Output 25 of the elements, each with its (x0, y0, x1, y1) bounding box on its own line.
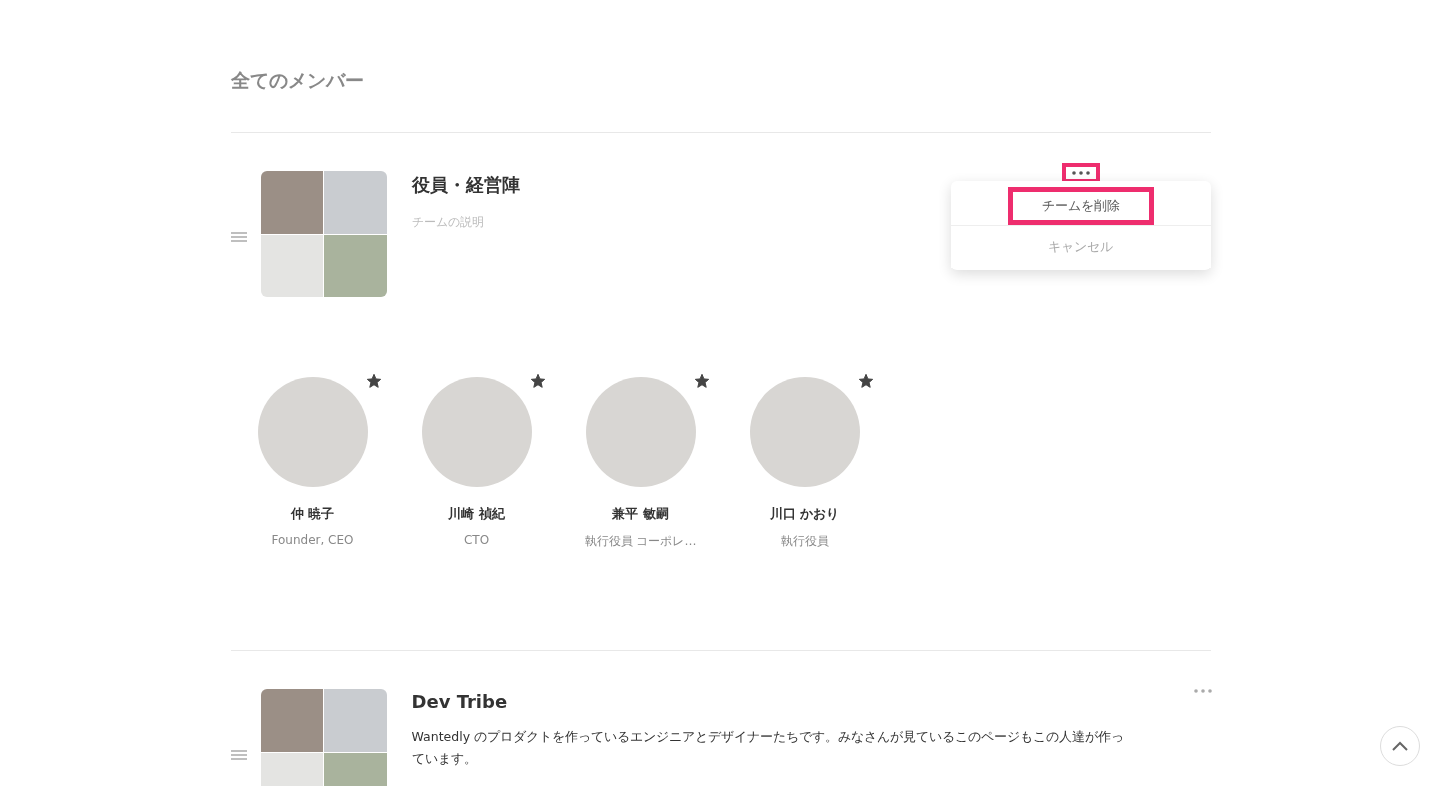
member-name: 仲 暁子 (290, 505, 335, 523)
team-description: Wantedly のプロダクトを作っているエンジニアとデザイナーたちです。みなさんが見ているこのページもこの人達が作っています。 (411, 728, 1125, 768)
more-icon (1071, 171, 1090, 175)
member-role: 執行役員 コーポレ… (584, 533, 697, 550)
star-icon[interactable] (365, 373, 382, 389)
team-name: 役員・経営陣 (411, 173, 521, 197)
more-icon (1193, 689, 1212, 693)
drag-handle-icon[interactable] (230, 232, 247, 242)
member-role: 執行役員 (780, 533, 829, 550)
star-icon[interactable] (693, 373, 710, 389)
more-button[interactable] (1061, 163, 1100, 183)
chevron-up-icon (1392, 741, 1408, 751)
page-title: 全てのメンバー (230, 68, 1211, 133)
scroll-top-button[interactable] (1380, 726, 1420, 766)
menu-item[interactable]: チームを削除 (1007, 187, 1154, 225)
member-name: 川崎 禎紀 (448, 505, 505, 523)
drag-handle-icon[interactable] (230, 750, 247, 760)
member-role: Founder, CEO (271, 533, 354, 547)
team-name: Dev Tribe (411, 691, 509, 712)
team-description: チームの説明 (411, 214, 485, 231)
star-icon[interactable] (529, 373, 546, 389)
member-role: CTO (463, 533, 490, 547)
member-name: 兼平 敏嗣 (612, 505, 669, 523)
star-icon[interactable] (857, 373, 874, 389)
member-name: 川口 かおり (769, 505, 840, 523)
